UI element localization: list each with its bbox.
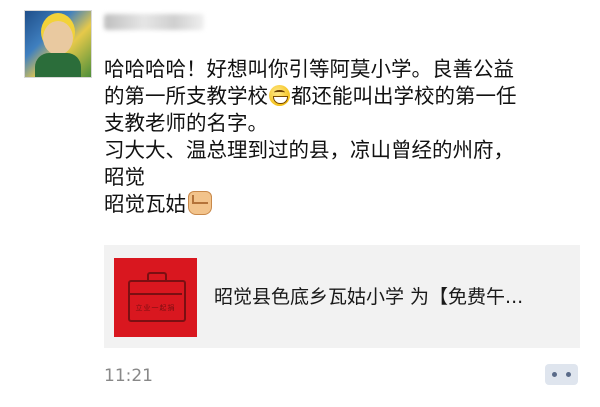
avatar-face (43, 21, 73, 55)
user-avatar[interactable] (24, 10, 92, 78)
username-blur-mask (104, 14, 204, 30)
message-line-part: 的第一所支教学校 (104, 84, 268, 108)
message-line: 支教老师的名字。 (104, 111, 268, 135)
message-line: 昭觉瓦姑 (104, 191, 584, 218)
message-line: 昭觉 (104, 165, 145, 189)
more-dots-icon (566, 372, 571, 377)
message-line: 习大大、温总理到过的县，凉山曾经的州府， (104, 138, 514, 162)
grinning-face-icon (269, 85, 290, 106)
message-line-part: 昭觉瓦姑 (104, 192, 186, 216)
post-timestamp: 11:21 (104, 366, 153, 386)
message-line: 的第一所支教学校 都还能叫出学校的第一任 (104, 83, 584, 110)
more-dots-icon (552, 372, 557, 377)
username-blurred[interactable] (104, 14, 214, 32)
thumbnail-caption: 立业一起捐 (135, 304, 176, 312)
share-title: 昭觉县色底乡瓦姑小学 为【免费午... (214, 286, 524, 308)
message-line-part: 都还能叫出学校的第一任 (291, 84, 517, 108)
message-line: 哈哈哈哈！好想叫你引等阿莫小学。良善公益 (104, 57, 514, 81)
avatar-body (35, 53, 81, 77)
post-message: 哈哈哈哈！好想叫你引等阿莫小学。良善公益 的第一所支教学校 都还能叫出学校的第一任… (104, 56, 584, 218)
shared-link-card[interactable]: 立业一起捐 昭觉县色底乡瓦姑小学 为【免费午... (104, 245, 580, 348)
briefcase-icon (128, 272, 186, 322)
more-options-button[interactable] (545, 364, 578, 385)
share-thumbnail: 立业一起捐 (114, 258, 197, 337)
raised-fist-icon (188, 191, 212, 215)
